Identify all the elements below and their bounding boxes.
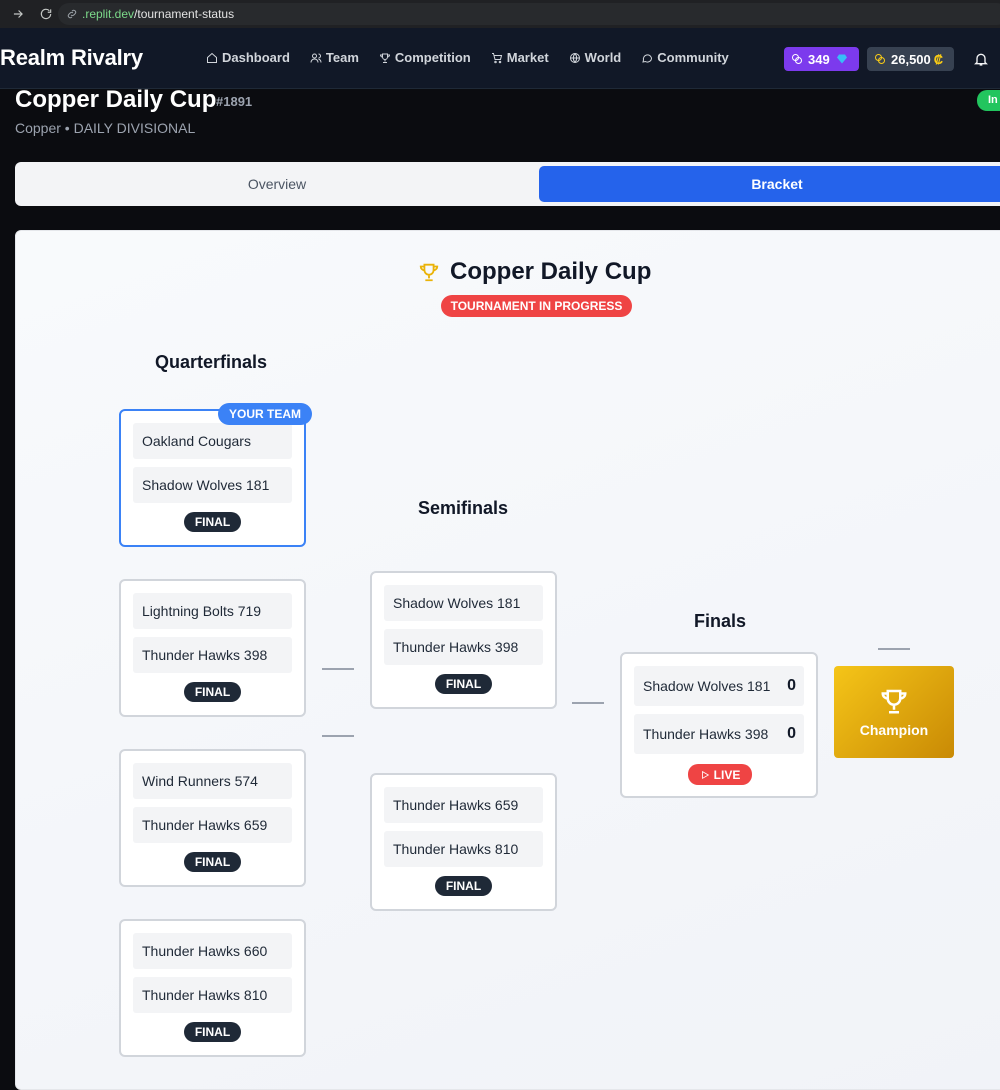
nav-team[interactable]: Team — [310, 50, 359, 65]
tournament-id: #1891 — [216, 94, 253, 109]
address-bar[interactable]: .replit.dev /tournament-status — [58, 3, 1000, 25]
round-label-semifinals: Semifinals — [418, 498, 509, 518]
team-row: Thunder Hawks 810 — [133, 977, 292, 1013]
match-card-qf1[interactable]: Oakland Cougars Shadow Wolves 181 FINAL — [119, 409, 306, 547]
main-nav: Dashboard Team Competition Market World … — [206, 50, 749, 65]
final-status-tag: FINAL — [184, 1022, 241, 1042]
final-status-tag: FINAL — [435, 674, 492, 694]
final-status-tag: FINAL — [435, 876, 492, 896]
globe-icon — [569, 52, 580, 63]
match-card-qf3[interactable]: Wind Runners 574 Thunder Hawks 659 FINAL — [119, 749, 306, 887]
bracket-connector — [322, 668, 354, 670]
champion-slot: Champion — [834, 666, 954, 758]
nav-community[interactable]: Community — [641, 50, 729, 65]
team-row: Thunder Hawks 659 — [133, 807, 292, 843]
match-card-qf4[interactable]: Thunder Hawks 660 Thunder Hawks 810 FINA… — [119, 919, 306, 1057]
url-path: /tournament-status — [134, 7, 235, 21]
team-row: Thunder Hawks 660 — [133, 933, 292, 969]
tab-bar: Overview Bracket — [15, 162, 1000, 206]
team-score: 0 — [787, 725, 796, 742]
team-row: Lightning Bolts 719 — [133, 593, 292, 629]
final-status-tag: FINAL — [184, 682, 241, 702]
page-title: Copper Daily Cup — [15, 86, 217, 113]
reload-icon[interactable] — [36, 4, 56, 24]
team-row: Thunder Hawks 398 — [133, 637, 292, 673]
browser-toolbar: .replit.dev /tournament-status — [0, 0, 1000, 28]
chat-icon — [642, 53, 653, 63]
round-label-finals: Finals — [694, 611, 747, 631]
team-row: Thunder Hawks 398 0 — [634, 714, 804, 754]
live-status-tag: LIVE — [688, 764, 752, 785]
team-row: Thunder Hawks 810 — [384, 831, 543, 867]
bracket-title: Copper Daily Cup — [418, 258, 651, 286]
round-label-quarterfinals: Quarterfinals — [155, 352, 268, 372]
champion-label: Champion — [859, 722, 929, 738]
match-card-sf2[interactable]: Thunder Hawks 659 Thunder Hawks 810 FINA… — [370, 773, 557, 911]
final-status-tag: FINAL — [184, 512, 241, 532]
users-icon — [310, 53, 322, 63]
team-row: Thunder Hawks 398 — [384, 629, 543, 665]
team-row: Shadow Wolves 181 — [133, 467, 292, 503]
bracket-connector — [322, 735, 354, 737]
status-badge: In — [977, 90, 1000, 111]
tab-overview[interactable]: Overview — [19, 166, 535, 202]
page-subtitle: Copper • DAILY DIVISIONAL — [15, 120, 196, 136]
gems-balance[interactable]: 349 — [784, 47, 859, 71]
final-status-tag: FINAL — [184, 852, 241, 872]
credits-balance[interactable]: 26,500 ₡ — [867, 47, 954, 71]
forward-arrow-icon[interactable] — [8, 4, 28, 24]
tournament-status-badge: TOURNAMENT IN PROGRESS — [441, 295, 632, 317]
trophy-icon — [379, 53, 390, 63]
cart-icon — [491, 52, 502, 63]
team-row: Wind Runners 574 — [133, 763, 292, 799]
brand-logo[interactable]: Realm Rivalry — [0, 45, 143, 71]
nav-market[interactable]: Market — [491, 50, 549, 65]
match-card-qf2[interactable]: Lightning Bolts 719 Thunder Hawks 398 FI… — [119, 579, 306, 717]
your-team-badge: YOUR TEAM — [218, 403, 312, 425]
play-icon — [701, 770, 709, 779]
team-score: 0 — [787, 677, 796, 694]
trophy-icon — [419, 263, 439, 282]
notifications-bell-icon[interactable] — [973, 51, 989, 67]
credit-symbol: ₡ — [933, 51, 944, 67]
coins-icon — [792, 54, 802, 64]
bracket-connector — [572, 702, 604, 704]
gem-icon — [836, 54, 847, 64]
team-row: Oakland Cougars — [133, 423, 292, 459]
app-header: Realm Rivalry Dashboard Team Competition… — [0, 28, 1000, 89]
trophy-icon — [881, 689, 907, 714]
home-icon — [207, 52, 217, 63]
team-row: Thunder Hawks 659 — [384, 787, 543, 823]
coins-icon — [875, 54, 885, 64]
nav-competition[interactable]: Competition — [379, 50, 471, 65]
team-row: Shadow Wolves 181 0 — [634, 666, 804, 706]
team-row: Shadow Wolves 181 — [384, 585, 543, 621]
nav-world[interactable]: World — [569, 50, 621, 65]
url-host: .replit.dev — [82, 7, 135, 21]
link-icon — [66, 8, 78, 20]
nav-dashboard[interactable]: Dashboard — [206, 50, 290, 65]
bracket-connector — [878, 648, 910, 650]
tab-bracket[interactable]: Bracket — [539, 166, 1000, 202]
match-card-sf1[interactable]: Shadow Wolves 181 Thunder Hawks 398 FINA… — [370, 571, 557, 709]
match-card-final[interactable]: Shadow Wolves 181 0 Thunder Hawks 398 0 … — [620, 652, 818, 798]
